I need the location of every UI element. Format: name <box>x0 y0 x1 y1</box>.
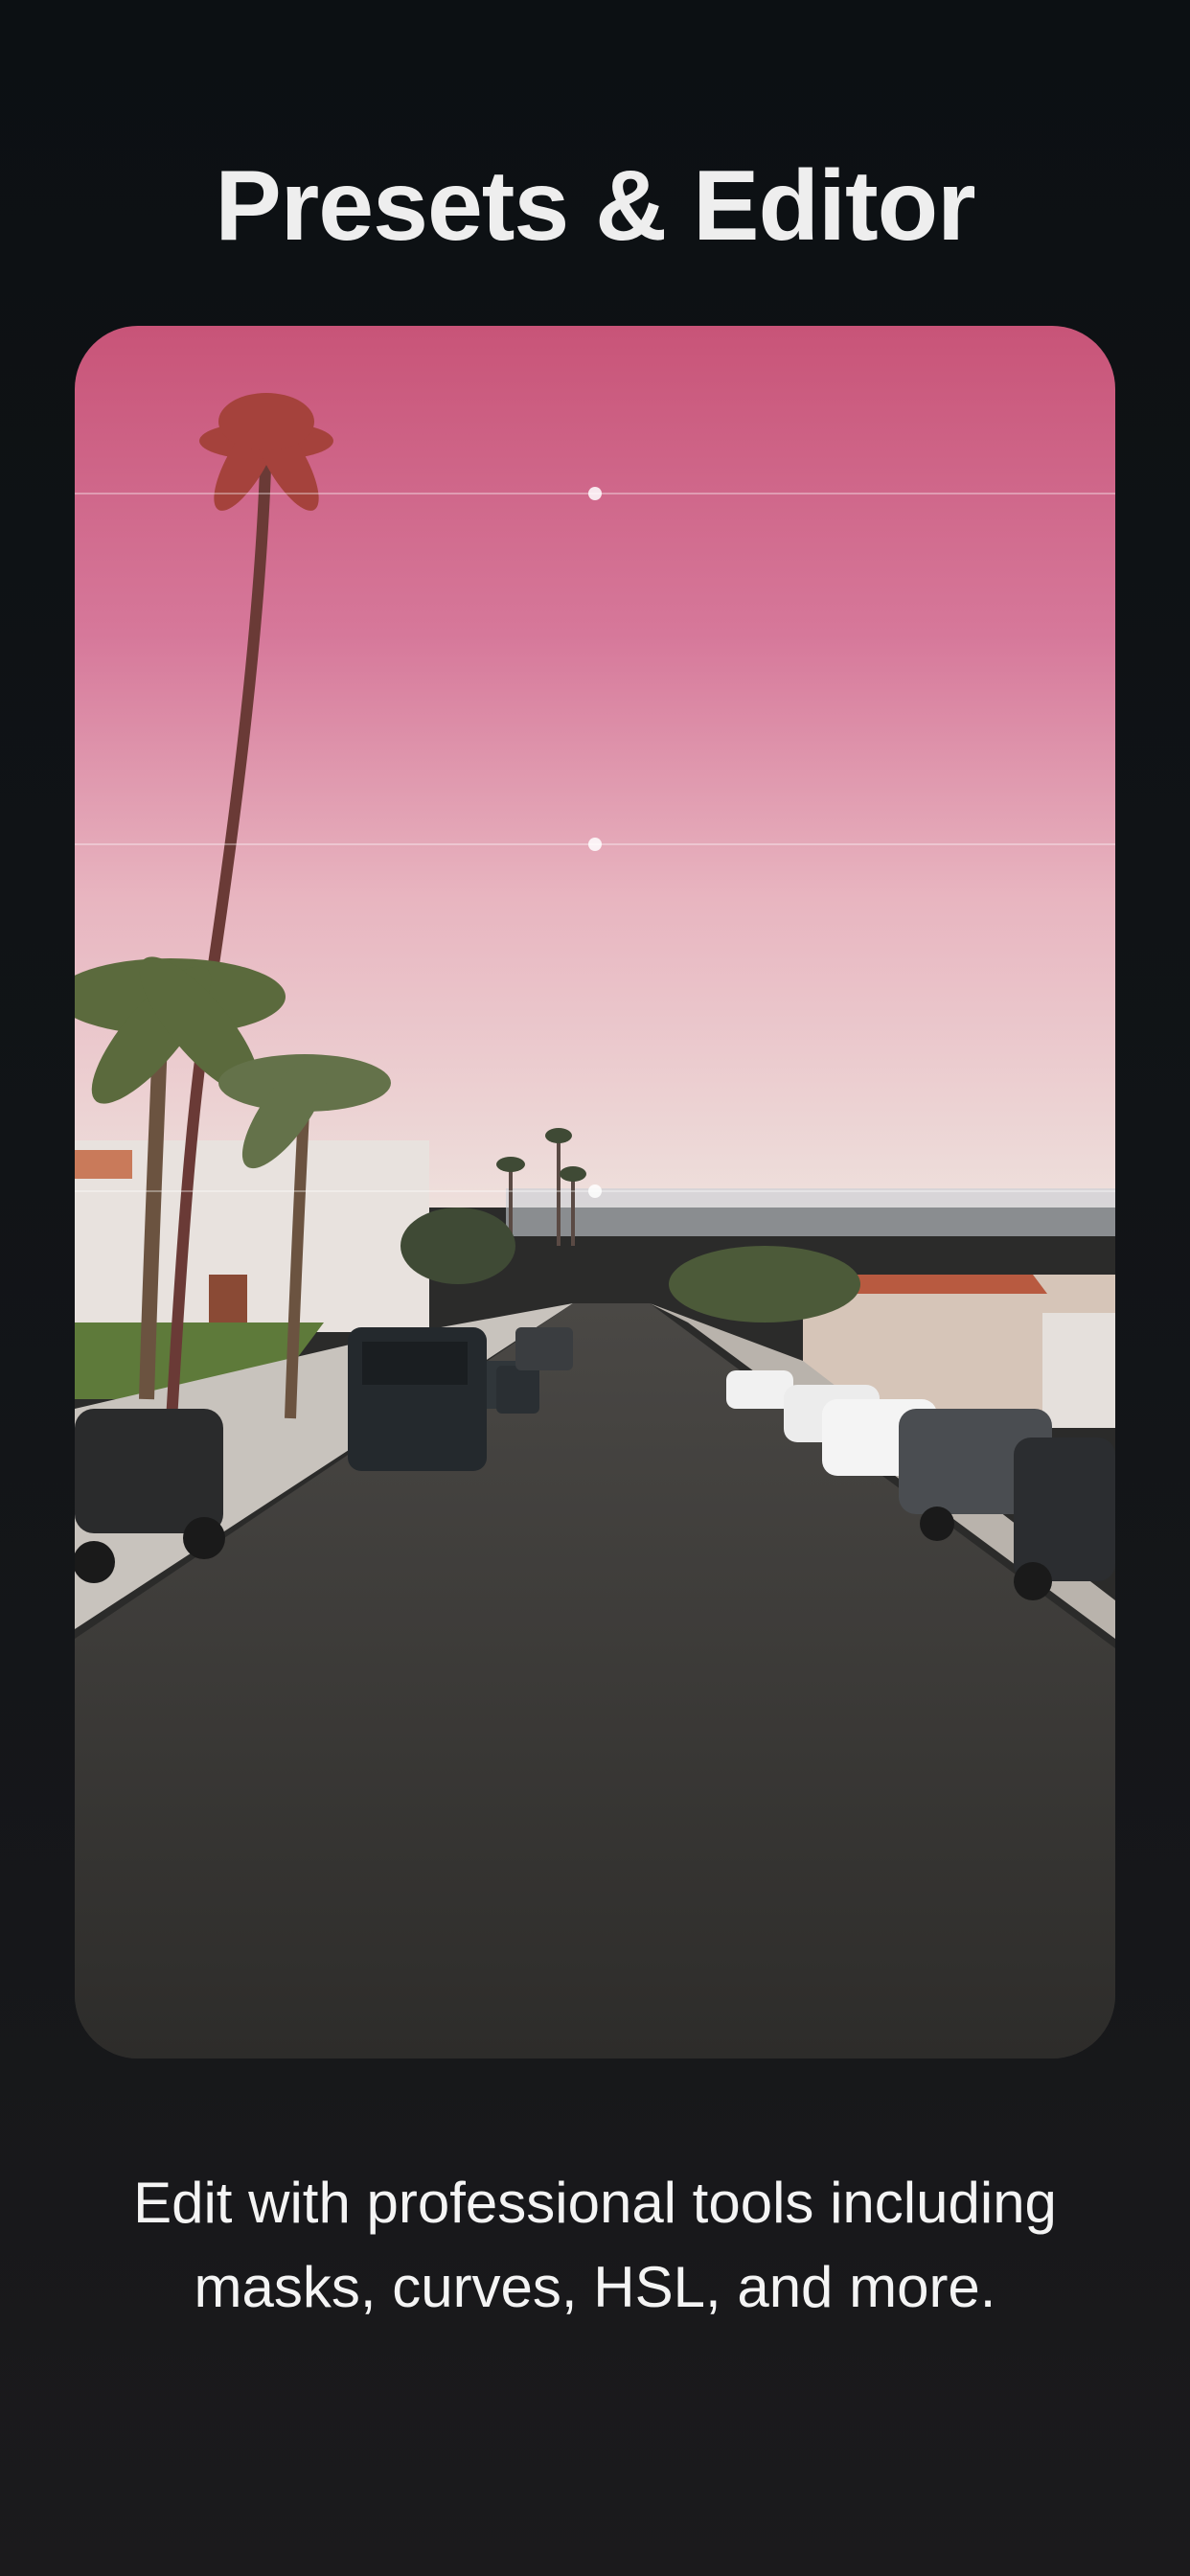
mask-guide-line-top[interactable] <box>75 487 1115 500</box>
dot-handle-icon[interactable] <box>588 487 602 500</box>
photo-preview[interactable] <box>75 326 1115 2058</box>
feature-caption: Edit with professional tools including m… <box>133 2171 1057 2319</box>
mask-guide-line-middle[interactable] <box>75 838 1115 851</box>
mask-guide-line-bottom[interactable] <box>75 1184 1115 1198</box>
dot-handle-icon[interactable] <box>588 1184 602 1198</box>
page-title: Presets & Editor <box>215 150 975 262</box>
dot-handle-icon[interactable] <box>588 838 602 851</box>
